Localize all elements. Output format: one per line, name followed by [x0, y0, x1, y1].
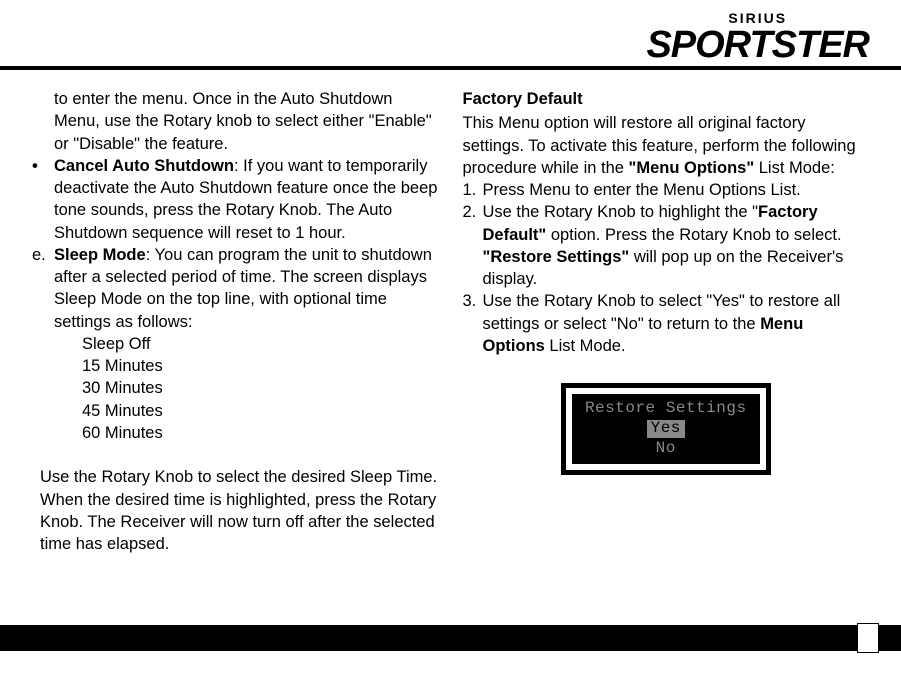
step2-bold2: "Restore Settings" — [483, 248, 630, 266]
sleep-option: 45 Minutes — [82, 400, 439, 422]
step3-content: Use the Rotary Knob to select "Yes" to r… — [483, 290, 870, 357]
sleep-option: Sleep Off — [82, 333, 439, 355]
letter-e-mark: e. — [32, 244, 54, 333]
sleep-option: 15 Minutes — [82, 355, 439, 377]
factory-default-intro: This Menu option will restore all origin… — [463, 112, 870, 179]
step3-num: 3. — [463, 290, 483, 357]
step3-b: List Mode. — [545, 337, 626, 355]
bullet-icon: • — [32, 155, 54, 244]
intro-paragraph: to enter the menu. Once in the Auto Shut… — [32, 88, 439, 155]
sleep-mode-item: e. Sleep Mode: You can program the unit … — [32, 244, 439, 333]
receiver-screen-inner: Restore Settings Yes No — [572, 394, 760, 464]
sleep-trailing-paragraph: Use the Rotary Knob to select the desire… — [32, 466, 439, 555]
step-1: 1. Press Menu to enter the Menu Options … — [463, 179, 870, 201]
screen-no: No — [572, 438, 760, 458]
step2-b: option. Press the Rotary Knob to select. — [546, 226, 841, 244]
step-3: 3. Use the Rotary Knob to select "Yes" t… — [463, 290, 870, 357]
screen-yes-line: Yes — [572, 418, 760, 438]
fd-intro-bold: "Menu Options" — [629, 159, 755, 177]
sleep-bold: Sleep Mode — [54, 246, 146, 264]
step-2: 2. Use the Rotary Knob to highlight the … — [463, 201, 870, 290]
step1-text: Press Menu to enter the Menu Options Lis… — [483, 179, 870, 201]
step2-content: Use the Rotary Knob to highlight the "Fa… — [483, 201, 870, 290]
sleep-option: 30 Minutes — [82, 377, 439, 399]
cancel-auto-shutdown-item: • Cancel Auto Shutdown: If you want to t… — [32, 155, 439, 244]
fd-intro-b: List Mode: — [754, 159, 835, 177]
sleep-options-list: Sleep Off 15 Minutes 30 Minutes 45 Minut… — [32, 333, 439, 444]
page-number-box — [857, 623, 879, 653]
sleep-mode-text: Sleep Mode: You can program the unit to … — [54, 244, 439, 333]
content-columns: to enter the menu. Once in the Auto Shut… — [28, 88, 869, 555]
header-divider — [0, 66, 901, 70]
screen-title: Restore Settings — [572, 398, 760, 418]
step1-num: 1. — [463, 179, 483, 201]
left-column: to enter the menu. Once in the Auto Shut… — [28, 88, 439, 555]
step2-num: 2. — [463, 201, 483, 290]
screen-yes: Yes — [647, 420, 685, 438]
brand-sportster: SPORTSTER — [646, 24, 869, 67]
brand-header: SIRIUS SPORTSTER — [646, 10, 869, 67]
step2-a: Use the Rotary Knob to highlight the " — [483, 203, 759, 221]
factory-default-heading: Factory Default — [463, 88, 870, 110]
receiver-screen: Restore Settings Yes No — [561, 383, 771, 475]
sleep-option: 60 Minutes — [82, 422, 439, 444]
cancel-bold: Cancel Auto Shutdown — [54, 157, 234, 175]
right-column: Factory Default This Menu option will re… — [463, 88, 870, 555]
footer-bar — [0, 625, 901, 651]
cancel-auto-shutdown-text: Cancel Auto Shutdown: If you want to tem… — [54, 155, 439, 244]
